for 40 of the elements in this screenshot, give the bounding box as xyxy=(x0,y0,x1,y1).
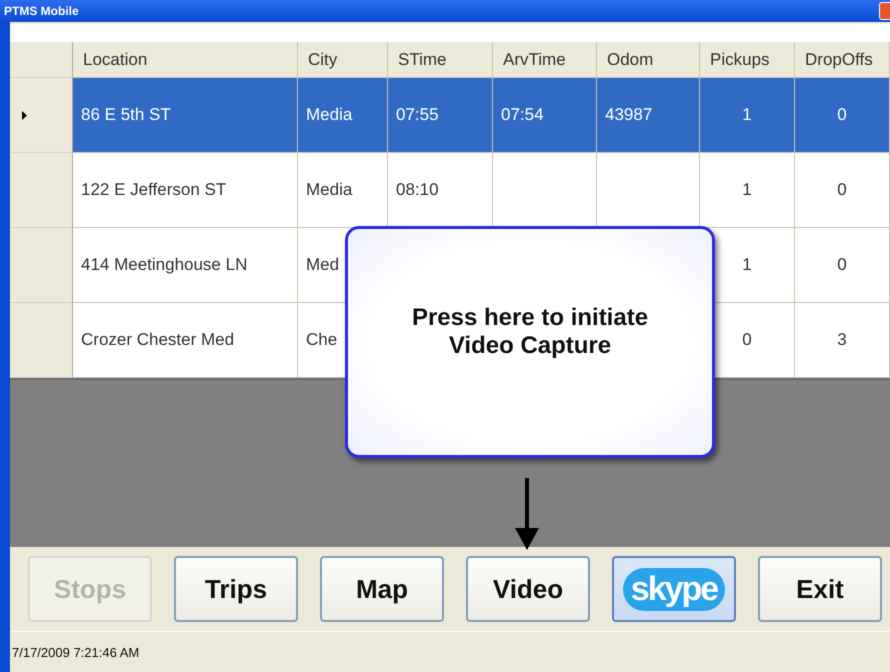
toolbar-button[interactable]: Trips xyxy=(174,556,298,622)
window-title: PTMS Mobile xyxy=(3,4,79,18)
table-cell: Media xyxy=(306,180,352,200)
column-header[interactable]: STime xyxy=(388,42,493,78)
toolbar-button[interactable]: Video xyxy=(466,556,590,622)
table-cell: Media xyxy=(306,105,352,125)
table-cell: 1 xyxy=(742,255,752,275)
table-cell: 3 xyxy=(837,330,847,350)
arrow xyxy=(515,478,539,550)
table-cell: 0 xyxy=(742,330,752,350)
table-cell: 414 Meetinghouse LN xyxy=(81,255,248,275)
table-cell: 86 E 5th ST xyxy=(81,105,171,125)
callout-text: Press here to initiate Video Capture xyxy=(410,304,650,360)
table-cell: Med xyxy=(306,255,340,275)
table-cell: 1 xyxy=(742,180,752,200)
table-cell: 122 E Jefferson ST xyxy=(81,180,226,200)
toolbar-button[interactable]: Exit xyxy=(758,556,882,622)
column-header[interactable]: Odom xyxy=(597,42,700,78)
column-header[interactable]: City xyxy=(298,42,388,78)
close-button[interactable] xyxy=(879,2,890,20)
toolbar-button[interactable]: Map xyxy=(320,556,444,622)
table-cell: 0 xyxy=(837,180,847,200)
row-header[interactable] xyxy=(10,303,73,378)
table-cell: Che xyxy=(306,330,338,350)
row-header[interactable] xyxy=(10,228,73,303)
status-text: 7/17/2009 7:21:46 AM xyxy=(12,644,140,660)
table-cell: 1 xyxy=(742,105,752,125)
column-header[interactable]: Location xyxy=(73,42,298,78)
column-header[interactable]: Pickups xyxy=(700,42,795,78)
column-header[interactable]: DropOffs xyxy=(795,42,890,78)
table-cell: 07:55 xyxy=(396,105,439,125)
column-header[interactable]: ArvTime xyxy=(493,42,597,78)
table-cell: 08:10 xyxy=(396,180,439,200)
row-header[interactable] xyxy=(10,153,73,228)
table-cell: 43987 xyxy=(605,105,652,125)
table-cell: 0 xyxy=(837,105,847,125)
row-header[interactable] xyxy=(10,78,73,153)
table-cell: Crozer Chester Med xyxy=(81,330,234,350)
table-cell: 0 xyxy=(837,255,847,275)
table-cell: 07:54 xyxy=(501,105,544,125)
